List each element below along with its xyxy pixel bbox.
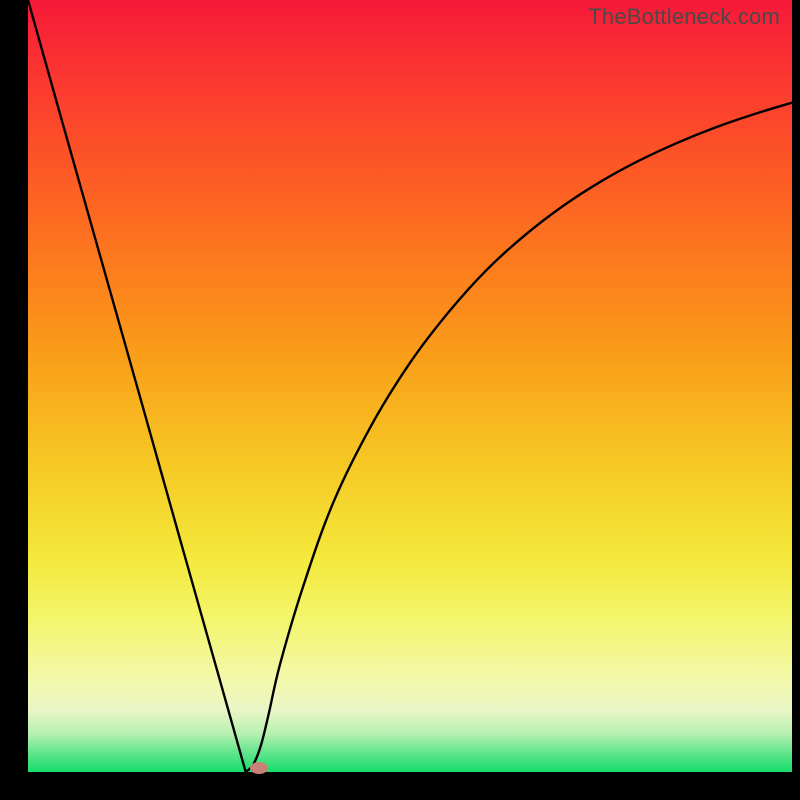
plot-area: TheBottleneck.com — [28, 0, 792, 772]
watermark-text: TheBottleneck.com — [588, 4, 780, 30]
optimum-marker — [250, 762, 268, 774]
bottleneck-curve — [28, 0, 792, 772]
chart-frame: TheBottleneck.com — [0, 0, 800, 800]
